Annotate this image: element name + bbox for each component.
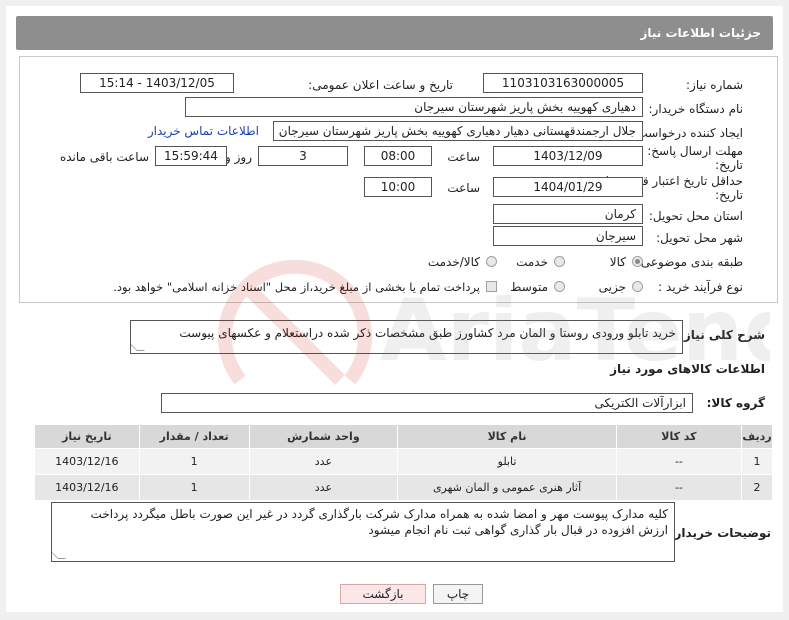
- validity-time-field[interactable]: 10:00: [364, 177, 432, 197]
- cell-row: 2: [741, 474, 773, 501]
- table-row[interactable]: 1 -- تابلو عدد 1 1403/12/16: [34, 448, 773, 475]
- cell-code: --: [615, 474, 743, 501]
- province-field[interactable]: کرمان: [493, 204, 643, 224]
- cell-date: 1403/12/16: [34, 474, 140, 501]
- province-label: استان محل تحویل:: [648, 209, 743, 223]
- general-desc-label: شرح کلی نیاز:: [679, 328, 765, 342]
- reply-time-field[interactable]: 08:00: [364, 146, 432, 166]
- reply-deadline-label-date: تاریخ:: [715, 158, 743, 172]
- col-qty-header: تعداد / مقدار: [138, 424, 250, 449]
- cell-row: 1: [741, 448, 773, 475]
- resize-handle-icon[interactable]: [52, 551, 66, 559]
- buyer-notes-text: کلیه مدارک پیوست مهر و امضا شده به همراه…: [90, 507, 668, 537]
- reply-date-field[interactable]: 1403/12/09: [493, 146, 643, 166]
- need-number-label: شماره نیاز:: [686, 78, 743, 92]
- cell-date: 1403/12/16: [34, 448, 140, 475]
- purchase-option-minor: جزیی: [598, 280, 626, 294]
- city-label: شهر محل تحویل:: [656, 231, 743, 245]
- requester-field[interactable]: جلال ارجمندقهستانی دهیار دهیاری کهوییه ب…: [273, 121, 643, 141]
- category-option-goods-service: کالا/خدمت: [427, 255, 480, 269]
- category-radio-service[interactable]: [554, 256, 565, 267]
- buyer-org-field[interactable]: دهیاری کهوییه بخش پاریز شهرستان سیرجان: [185, 97, 643, 117]
- cell-code: --: [615, 448, 743, 475]
- cell-name: تابلو: [397, 448, 617, 475]
- buyer-notes-label: توضیحات خریدار:: [669, 526, 771, 540]
- col-row-header: ردیف: [741, 424, 773, 449]
- purchase-type-label: نوع فرآیند خرید :: [658, 280, 743, 294]
- category-option-service: خدمت: [516, 255, 548, 269]
- validity-date-field[interactable]: 1404/01/29: [493, 177, 643, 197]
- resize-handle-icon[interactable]: [131, 343, 145, 351]
- cell-qty: 1: [138, 474, 250, 501]
- buyer-org-label: نام دستگاه خریدار:: [648, 102, 744, 116]
- col-unit-header: واحد شمارش: [248, 424, 399, 449]
- category-label: طبقه بندی موضوعی:: [636, 255, 743, 269]
- cell-unit: عدد: [248, 474, 399, 501]
- cell-unit: عدد: [248, 448, 399, 475]
- back-button[interactable]: بازگشت: [340, 584, 426, 604]
- remaining-time-field[interactable]: 15:59:44: [155, 146, 227, 166]
- days-label: روز و: [225, 150, 252, 164]
- cell-name: آثار هنری عمومی و المان شهری: [397, 474, 617, 501]
- goods-group-field[interactable]: ابزارآلات الکتریکی: [161, 393, 693, 413]
- need-number-field[interactable]: 1103103163000005: [483, 73, 643, 93]
- city-field[interactable]: سیرجان: [493, 226, 643, 246]
- goods-group-label: گروه کالا:: [706, 396, 765, 410]
- remaining-days-field[interactable]: 3: [258, 146, 348, 166]
- purchase-radio-medium[interactable]: [554, 281, 565, 292]
- buyer-notes-field[interactable]: کلیه مدارک پیوست مهر و امضا شده به همراه…: [51, 502, 675, 562]
- general-desc-text: خرید تابلو ورودی روستا و المان مرد کشاور…: [179, 326, 676, 340]
- col-code-header: کد کالا: [615, 424, 743, 449]
- print-button[interactable]: چاپ: [433, 584, 483, 604]
- table-header-row: ردیف کد کالا نام کالا واحد شمارش تعداد /…: [34, 424, 773, 449]
- page-title: جزئیات اطلاعات نیاز: [16, 16, 773, 50]
- general-desc-field[interactable]: خرید تابلو ورودی روستا و المان مرد کشاور…: [130, 320, 683, 354]
- purchase-radio-minor[interactable]: [632, 281, 643, 292]
- treasury-payment-checkbox[interactable]: [486, 281, 497, 292]
- table-row[interactable]: 2 -- آثار هنری عمومی و المان شهری عدد 1 …: [34, 474, 773, 501]
- goods-info-title: اطلاعات کالاهای مورد نیاز: [610, 362, 765, 376]
- purchase-option-medium: متوسط: [510, 280, 548, 294]
- reply-time-label: ساعت: [447, 150, 480, 164]
- cell-qty: 1: [138, 448, 250, 475]
- category-option-goods: کالا: [609, 255, 626, 269]
- treasury-payment-note: پرداخت تمام یا بخشی از مبلغ خرید،از محل …: [113, 280, 480, 294]
- category-radio-goods[interactable]: [632, 256, 643, 267]
- requester-label: ایجاد کننده درخواست:: [632, 126, 743, 140]
- buyer-contact-link[interactable]: اطلاعات تماس خریدار: [148, 124, 259, 138]
- category-radio-goods-service[interactable]: [486, 256, 497, 267]
- col-date-header: تاریخ نیاز: [34, 424, 140, 449]
- reply-deadline-label: مهلت ارسال پاسخ: تا: [636, 144, 743, 158]
- announce-date-label: تاریخ و ساعت اعلان عمومی:: [308, 78, 453, 92]
- validity-label-date: تاریخ:: [715, 188, 743, 202]
- announce-date-field[interactable]: 1403/12/05 - 15:14: [80, 73, 234, 93]
- goods-table: ردیف کد کالا نام کالا واحد شمارش تعداد /…: [34, 424, 773, 501]
- validity-time-label: ساعت: [447, 181, 480, 195]
- col-name-header: نام کالا: [397, 424, 617, 449]
- remaining-time-label: ساعت باقی مانده: [59, 150, 149, 164]
